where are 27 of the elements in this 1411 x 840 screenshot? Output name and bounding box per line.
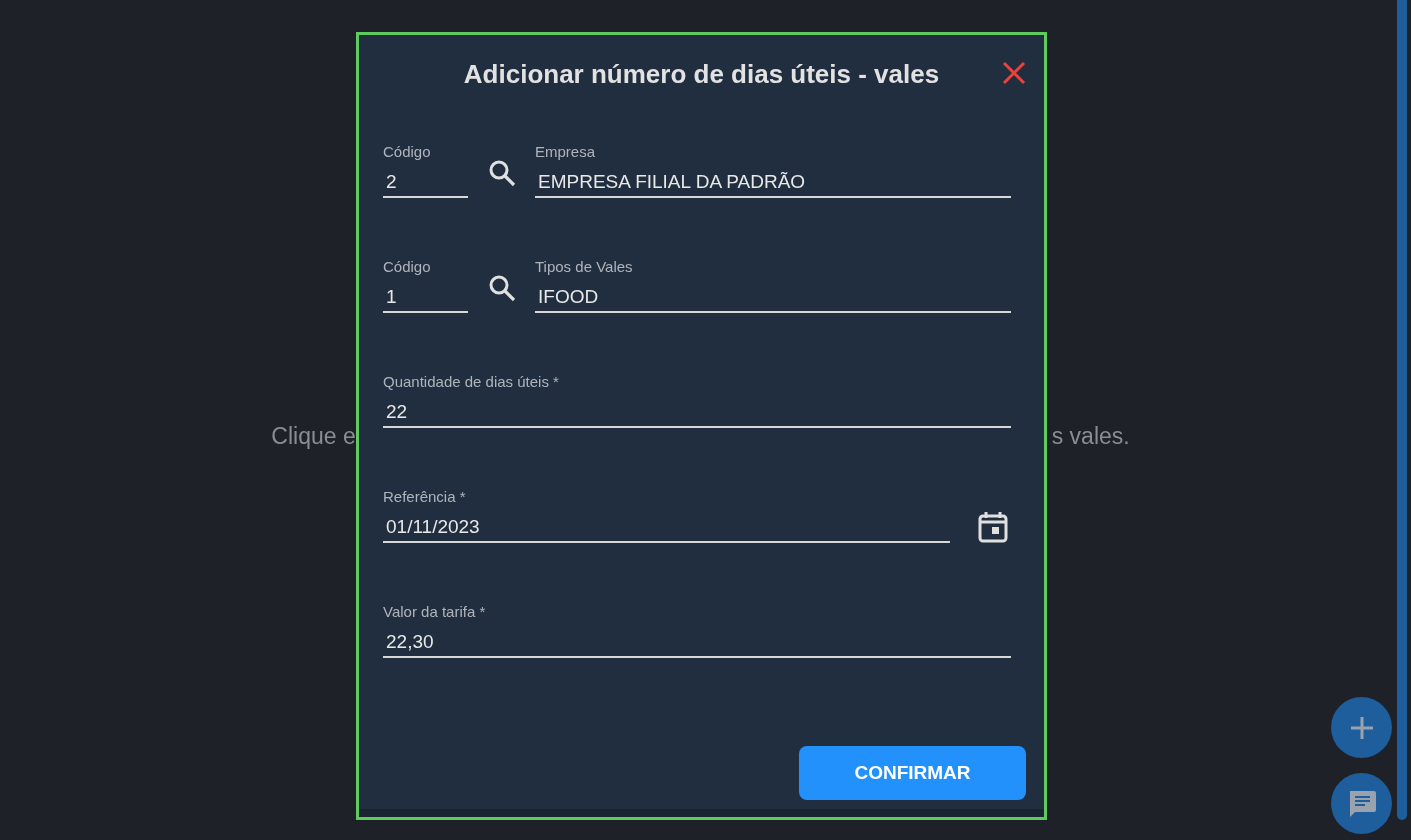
- message-text: s vales.: [1051, 421, 1130, 451]
- scrollbar[interactable]: [1397, 0, 1407, 820]
- search-button[interactable]: [487, 273, 517, 303]
- calendar-button[interactable]: [978, 511, 1008, 543]
- field-label: Código: [383, 142, 432, 162]
- input-field[interactable]: 22: [383, 400, 1011, 424]
- field-label: Valor da tarifa *: [383, 602, 487, 622]
- field-label: Empresa: [535, 142, 597, 162]
- input-field[interactable]: 22,30: [383, 630, 1011, 654]
- search-icon: [487, 273, 517, 303]
- message-text: Clique e: [271, 421, 356, 451]
- input-field[interactable]: EMPRESA FILIAL DA PADRÃO: [535, 170, 1011, 194]
- search-icon: [487, 158, 517, 188]
- input-field[interactable]: IFOOD: [535, 285, 1011, 309]
- close-icon: [1000, 59, 1028, 87]
- plus-icon: [1348, 714, 1375, 741]
- field-label: Tipos de Vales: [535, 257, 634, 277]
- search-button[interactable]: [487, 158, 517, 188]
- calendar-icon: [978, 511, 1008, 543]
- field-label: Quantidade de dias úteis *: [383, 372, 560, 392]
- input-field[interactable]: 2: [383, 170, 468, 194]
- close-button[interactable]: [1000, 59, 1028, 87]
- input-field[interactable]: 01/11/2023: [383, 515, 950, 539]
- input-field[interactable]: 1: [383, 285, 468, 309]
- dialog-title: Adicionar número de dias úteis - vales: [462, 58, 941, 91]
- field-label: Código: [383, 257, 432, 277]
- field-label: Referência *: [383, 487, 467, 507]
